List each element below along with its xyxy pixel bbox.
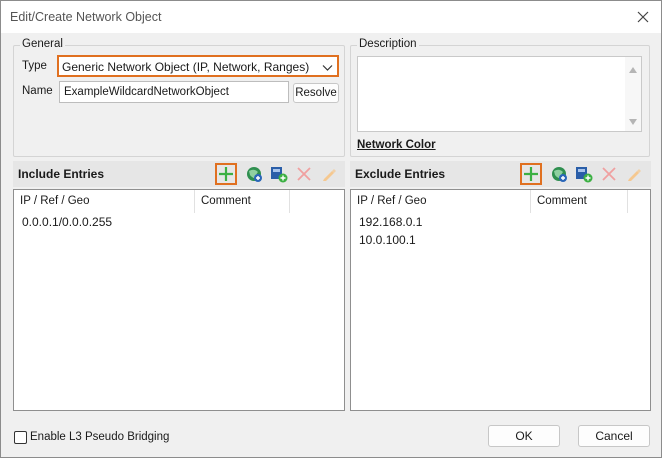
exclude-row-2[interactable]: 10.0.100.1 bbox=[359, 233, 416, 247]
l3-bridging-label: Enable L3 Pseudo Bridging bbox=[30, 431, 170, 443]
type-select-value: Generic Network Object (IP, Network, Ran… bbox=[62, 60, 310, 74]
edit-icon[interactable] bbox=[318, 163, 340, 185]
type-select[interactable]: Generic Network Object (IP, Network, Ran… bbox=[57, 55, 339, 77]
cancel-button[interactable]: Cancel bbox=[578, 425, 650, 447]
globe-icon[interactable] bbox=[548, 163, 570, 185]
add-reference-icon[interactable] bbox=[268, 163, 290, 185]
name-input[interactable]: ExampleWildcardNetworkObject bbox=[59, 81, 289, 103]
dialog-window: Edit/Create Network Object General Type … bbox=[0, 0, 662, 458]
include-list[interactable]: IP / Ref / Geo Comment 0.0.0.1/0.0.0.255 bbox=[13, 189, 345, 411]
description-scrollbar[interactable] bbox=[625, 57, 641, 131]
exclude-col-comment[interactable]: Comment bbox=[531, 190, 628, 213]
globe-icon[interactable] bbox=[243, 163, 265, 185]
exclude-header: Exclude Entries bbox=[350, 161, 651, 187]
description-textarea[interactable] bbox=[357, 56, 642, 132]
general-group-label: General bbox=[20, 38, 65, 50]
edit-icon[interactable] bbox=[623, 163, 645, 185]
exclude-title: Exclude Entries bbox=[355, 167, 446, 181]
l3-bridging-checkbox[interactable] bbox=[14, 431, 27, 444]
include-title: Include Entries bbox=[18, 167, 105, 181]
type-label: Type bbox=[22, 60, 47, 72]
include-row-1[interactable]: 0.0.0.1/0.0.0.255 bbox=[22, 215, 112, 229]
title-bar[interactable]: Edit/Create Network Object bbox=[1, 1, 661, 33]
description-group-label: Description bbox=[357, 38, 419, 50]
network-color-link[interactable]: Network Color bbox=[357, 139, 436, 151]
delete-icon[interactable] bbox=[598, 163, 620, 185]
add-icon[interactable] bbox=[520, 163, 542, 185]
general-group: General Type Generic Network Object (IP,… bbox=[13, 38, 345, 157]
exclude-row-1[interactable]: 192.168.0.1 bbox=[359, 215, 422, 229]
exclude-list[interactable]: IP / Ref / Geo Comment 192.168.0.1 10.0.… bbox=[350, 189, 651, 411]
resolve-button[interactable]: Resolve bbox=[293, 83, 339, 103]
name-label: Name bbox=[22, 85, 53, 97]
exclude-col-ip[interactable]: IP / Ref / Geo bbox=[351, 190, 531, 213]
delete-icon[interactable] bbox=[293, 163, 315, 185]
add-reference-icon[interactable] bbox=[573, 163, 595, 185]
add-icon[interactable] bbox=[215, 163, 237, 185]
window-title: Edit/Create Network Object bbox=[10, 10, 162, 24]
description-group: Description Network Color bbox=[350, 38, 650, 157]
include-col-comment[interactable]: Comment bbox=[195, 190, 290, 213]
include-col-ip[interactable]: IP / Ref / Geo bbox=[14, 190, 195, 213]
include-header: Include Entries bbox=[13, 161, 345, 187]
chevron-down-icon bbox=[322, 61, 333, 75]
ok-button[interactable]: OK bbox=[488, 425, 560, 447]
close-icon[interactable] bbox=[633, 7, 653, 27]
